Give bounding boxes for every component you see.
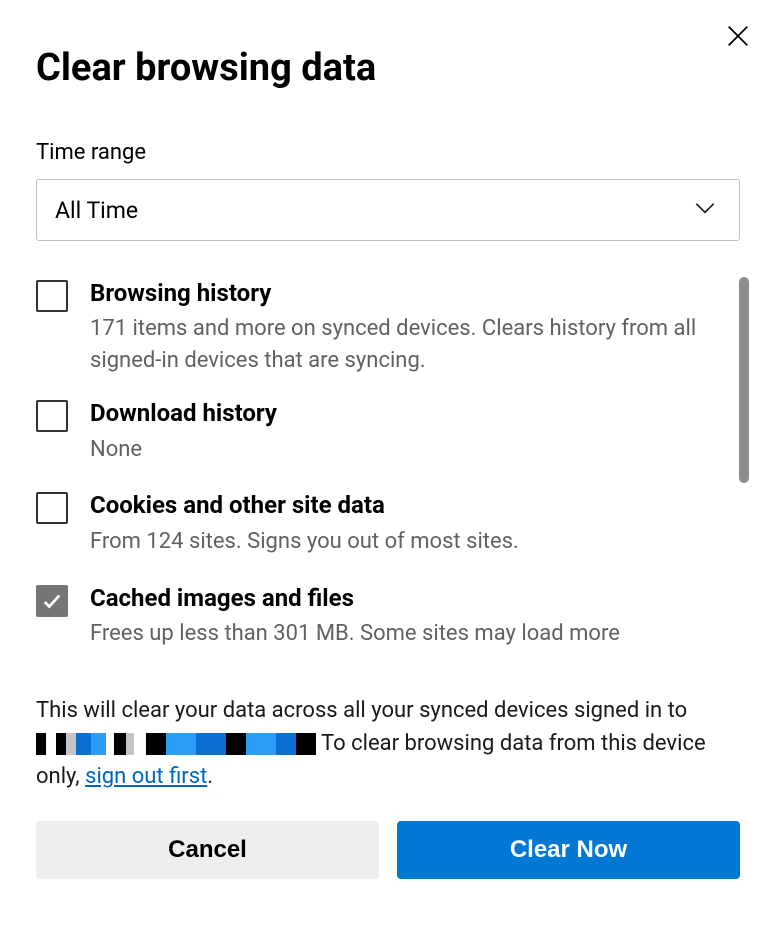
sign-out-link[interactable]: sign out first [85,764,207,789]
item-text: Download history None [90,397,718,465]
scrollbar[interactable] [739,277,749,483]
item-title: Browsing history [90,277,718,309]
item-desc: 171 items and more on synced devices. Cl… [90,313,718,377]
item-title: Cookies and other site data [90,489,718,521]
button-row: Cancel Clear Now [36,821,740,879]
checkbox-download-history[interactable] [36,400,68,432]
item-title: Cached images and files [90,582,718,614]
item-desc: None [90,434,718,466]
check-icon [41,590,63,612]
footer-text: This will clear your data across all you… [36,694,740,793]
item-cached: Cached images and files Frees up less th… [36,582,718,650]
checkbox-cached[interactable] [36,585,68,617]
close-icon [724,22,752,50]
item-browsing-history: Browsing history 171 items and more on s… [36,277,718,377]
cancel-button[interactable]: Cancel [36,821,379,879]
dialog-title: Clear browsing data [36,46,740,90]
checkbox-browsing-history[interactable] [36,280,68,312]
time-range-label: Time range [36,140,740,165]
item-text: Cookies and other site data From 124 sit… [90,489,718,557]
checkbox-cookies[interactable] [36,492,68,524]
footer-part1: This will clear your data across all you… [36,698,687,723]
footer-period: . [207,764,213,789]
item-text: Browsing history 171 items and more on s… [90,277,718,377]
item-download-history: Download history None [36,397,718,465]
redacted-account [36,733,316,755]
item-desc: From 124 sites. Signs you out of most si… [90,526,718,558]
data-types-list: Browsing history 171 items and more on s… [36,277,740,650]
item-title: Download history [90,397,718,429]
clear-now-button[interactable]: Clear Now [397,821,740,879]
item-desc: Frees up less than 301 MB. Some sites ma… [90,618,718,650]
item-cookies: Cookies and other site data From 124 sit… [36,489,718,557]
item-text: Cached images and files Frees up less th… [90,582,718,650]
time-range-value: All Time [36,179,740,241]
time-range-select[interactable]: All Time [36,179,740,241]
close-button[interactable] [720,18,756,54]
